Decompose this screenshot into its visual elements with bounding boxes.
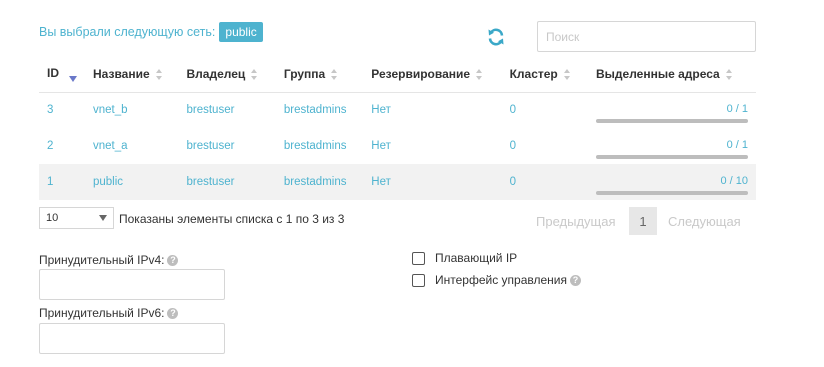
cell-name: public [85,164,179,200]
cell-owner: brestuser [186,140,235,152]
refresh-icon-svg [488,28,504,46]
refresh-icon[interactable] [486,27,506,47]
help-icon[interactable]: ? [570,274,581,286]
cell-id: 1 [39,164,85,200]
selected-network-label: Вы выбрали следующую сеть: [39,25,216,39]
cell-addresses: 0 / 1 [588,92,756,128]
sort-icon [331,68,338,81]
ipv4-field-label: Принудительный IPv4: ? [39,253,179,267]
ipv6-input[interactable] [39,323,225,354]
address-usage-bar [596,191,748,195]
table-row-selected[interactable]: 1 public brestuser brestadmins Нет 0 0 /… [39,164,756,200]
help-icon[interactable]: ? [167,307,179,319]
cell-addresses: 0 / 1 [588,128,756,164]
network-table: ID Название Владелец Группа Резервирован… [39,56,756,200]
ipv4-input[interactable] [39,269,225,300]
ipv6-label-text: Принудительный IPv6: [39,306,165,320]
cell-id: 2 [47,140,54,152]
address-usage-bar [596,119,748,124]
cell-reservation: Нет [371,104,391,117]
pagination-next[interactable]: Следующая [668,214,741,229]
table-row[interactable]: 2 vnet_a brestuser brestadmins Нет 0 0 /… [39,128,756,164]
sort-icon [155,68,163,81]
cell-cluster: 0 [509,140,516,152]
column-header-owner[interactable]: Владелец [178,56,276,93]
column-header-addresses[interactable]: Выделенные адреса [588,56,756,93]
sort-icon [476,68,483,81]
cell-group: brestadmins [283,104,347,117]
page-length-select[interactable]: 10 [39,207,114,229]
cell-reservation: Нет [371,140,391,152]
column-header-name[interactable]: Название [85,56,179,93]
column-header-group[interactable]: Группа [275,56,364,93]
cell-owner: brestuser [178,164,276,200]
address-count: 0 / 10 [720,175,748,187]
cell-reservation: Нет [363,164,502,200]
column-header-label: Кластер [509,66,558,81]
floating-ip-label: Плавающий IP [435,251,518,265]
floating-ip-checkbox[interactable]: Плавающий IP [412,251,517,265]
cell-addresses: 0 / 10 [588,164,756,200]
cell-name: vnet_a [93,140,128,152]
ipv6-field-label: Принудительный IPv6: ? [39,306,179,320]
chevron-down-icon [99,215,107,221]
column-header-label: Выделенные адреса [596,66,720,81]
management-interface-label: Интерфейс управления [435,273,567,287]
column-header-label: Группа [283,66,326,81]
column-header-label: Владелец [186,66,246,81]
cell-cluster: 0 [501,164,588,200]
search-input[interactable] [537,21,756,52]
column-header-cluster[interactable]: Кластер [501,56,588,93]
help-icon[interactable]: ? [167,254,179,266]
address-usage: 0 / 10 [596,175,748,195]
page-length-value: 10 [46,212,59,224]
pagination-page-current[interactable]: 1 [629,207,657,235]
pagination-previous[interactable]: Предыдущая [536,214,616,229]
cell-cluster: 0 [509,104,516,117]
column-header-reservation[interactable]: Резервирование [363,56,502,93]
cell-owner: brestuser [186,104,235,117]
column-header-label: ID [47,65,59,80]
ipv4-label-text: Принудительный IPv4: [39,253,165,267]
sort-icon [251,68,258,81]
address-usage: 0 / 1 [596,139,748,159]
column-header-id[interactable]: ID [39,56,85,93]
address-count: 0 / 1 [726,103,748,116]
address-count: 0 / 1 [726,139,748,151]
checkbox-unchecked-icon[interactable] [412,251,425,265]
cell-name: vnet_b [93,104,128,117]
cell-group: brestadmins [283,140,347,152]
selected-network-badge: public [219,22,263,42]
checkbox-unchecked-icon[interactable] [412,273,425,287]
sort-icon [563,68,571,81]
table-header-row: ID Название Владелец Группа Резервирован… [39,56,756,93]
selected-network-indicator: Вы выбрали следующую сеть: public [39,22,263,42]
address-usage-bar [596,155,748,159]
sort-icon [725,68,733,81]
management-interface-checkbox[interactable]: Интерфейс управления ? [412,273,581,287]
table-info: Показаны элементы списка с 1 по 3 из 3 [119,212,345,226]
table-row[interactable]: 3 vnet_b brestuser brestadmins Нет 0 0 /… [39,92,756,128]
column-header-label: Название [93,66,150,81]
cell-group: brestadmins [275,164,364,200]
sort-desc-icon [69,75,77,82]
address-usage: 0 / 1 [596,103,748,124]
cell-id: 3 [47,104,54,117]
column-header-label: Резервирование [371,66,471,81]
